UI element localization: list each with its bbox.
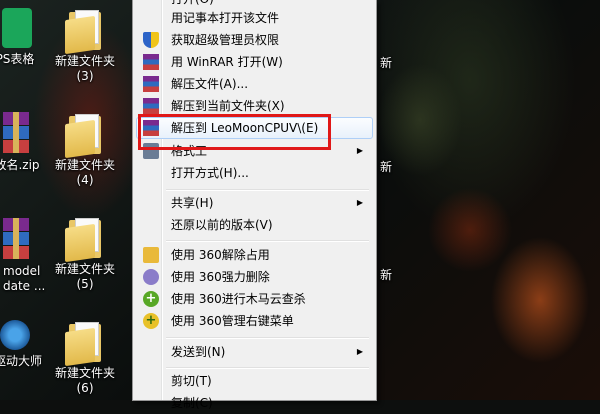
driver-master-icon: [0, 320, 30, 350]
desktop-folder-5[interactable]: 新建文件夹 (5): [50, 216, 120, 292]
context-menu: 打开(O) 用记事本打开该文件 获取超级管理员权限 用 WinRAR 打开(W)…: [132, 0, 377, 410]
desktop-icon-model[interactable]: model date ...: [0, 218, 45, 294]
desktop-icon-driver[interactable]: 驱动大师: [0, 320, 42, 369]
360-manage-icon: +: [143, 313, 159, 329]
desktop-icon-label: 新建文件夹 (3): [54, 54, 115, 83]
desktop-icon-label: 驱动大师: [0, 354, 43, 368]
desktop-icon-label: 新建文件夹 (4): [54, 158, 115, 187]
wps-app-icon: [2, 8, 32, 48]
folder-icon: [65, 320, 105, 367]
menu-item-open-notepad[interactable]: 用记事本打开该文件: [136, 7, 373, 29]
menu-item-extract-files[interactable]: 解压文件(A)...: [136, 73, 373, 95]
menu-item-admin[interactable]: 获取超级管理员权限: [136, 29, 373, 51]
menu-item-cut[interactable]: 剪切(T): [136, 370, 373, 392]
annotation-highlight-box: [138, 114, 331, 150]
desktop-icon-zip[interactable]: 改名.zip: [0, 112, 45, 173]
menu-separator: [166, 337, 369, 339]
menu-item-share[interactable]: 共享(H) ▶: [136, 192, 373, 214]
winrar-archive-icon: [1, 112, 31, 154]
desktop-icon-wps[interactable]: PS表格: [0, 8, 40, 67]
desktop-folder-3[interactable]: 新建文件夹 (3): [50, 8, 120, 84]
winrar-icon: [143, 54, 159, 70]
desktop-folder-6[interactable]: 新建文件夹 (6): [50, 320, 120, 396]
menu-item-restore-versions[interactable]: 还原以前的版本(V): [136, 214, 373, 236]
winrar-icon: [143, 98, 159, 114]
menu-item-360-delete[interactable]: 使用 360强力删除: [136, 266, 373, 288]
submenu-arrow-icon: ▶: [356, 347, 363, 356]
winrar-archive-icon: [1, 218, 31, 260]
desktop-icon-label: PS表格: [0, 52, 35, 66]
desktop-icon-label: 改名.zip: [0, 158, 40, 172]
desktop-icon-label: 新建文件夹 (6): [54, 366, 115, 395]
menu-separator: [166, 240, 369, 242]
folder-icon: [65, 112, 105, 159]
menu-item-360-manage[interactable]: + 使用 360管理右键菜单: [136, 310, 373, 332]
shield-icon: [143, 32, 159, 48]
menu-item-copy[interactable]: 复制(C): [136, 392, 373, 414]
desktop-partial-label: 新: [379, 268, 392, 282]
submenu-arrow-icon: ▶: [356, 146, 363, 155]
desktop-icon-label: 新建文件夹 (5): [54, 262, 115, 291]
desktop-partial-label: 新: [379, 160, 392, 174]
menu-item-send-to[interactable]: 发送到(N) ▶: [136, 341, 373, 363]
menu-separator: [166, 189, 369, 191]
desktop-folder-4[interactable]: 新建文件夹 (4): [50, 112, 120, 188]
360-scan-icon: +: [143, 291, 159, 307]
menu-item-360-unlock[interactable]: 使用 360解除占用: [136, 244, 373, 266]
menu-separator: [166, 367, 369, 369]
360-delete-icon: [143, 269, 159, 285]
menu-item-open-with[interactable]: 打开方式(H)...: [136, 162, 373, 184]
submenu-arrow-icon: ▶: [356, 198, 363, 207]
folder-icon: [65, 216, 105, 263]
folder-icon: [65, 8, 105, 55]
desktop-icon-label: model date ...: [3, 264, 46, 293]
desktop-partial-label: 新: [379, 56, 392, 70]
winrar-icon: [143, 76, 159, 92]
menu-item-360-scan[interactable]: + 使用 360进行木马云查杀: [136, 288, 373, 310]
menu-item-open-winrar[interactable]: 用 WinRAR 打开(W): [136, 51, 373, 73]
360-unlock-icon: [143, 247, 159, 263]
